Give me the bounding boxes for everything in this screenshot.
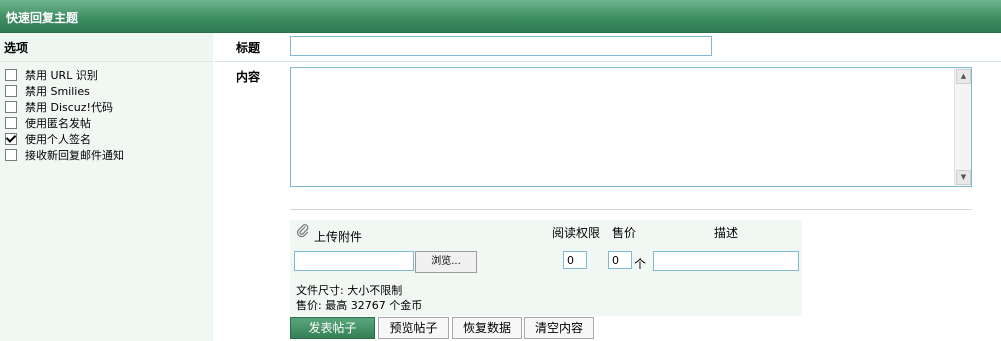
option-label-1: 禁用 Smilies — [25, 85, 90, 98]
quick-reply-header: 快速回复主题 — [0, 0, 1001, 33]
price-input[interactable]: 0 — [608, 251, 632, 269]
title-row: 标题 — [214, 33, 1001, 62]
option-label-3: 使用匿名发帖 — [25, 117, 91, 130]
preview-post-button[interactable]: 预览帖子 — [378, 317, 449, 339]
paperclip-icon — [297, 224, 309, 238]
file-size-info: 文件尺寸: 大小不限制 — [296, 284, 403, 297]
form-column: 标题 内容 ▲ ▼ 上传附件 阅读权限 售价 描述 浏览... 0 0 个 文件… — [214, 33, 1001, 341]
option-anonymous-post[interactable]: 使用匿名发帖 — [5, 116, 91, 130]
option-label-5: 接收新回复邮件通知 — [25, 149, 124, 162]
description-header: 描述 — [714, 226, 739, 240]
options-header: 选项 — [0, 33, 213, 62]
option-checkbox-1[interactable] — [5, 85, 17, 97]
option-use-signature[interactable]: 使用个人签名 — [5, 132, 91, 146]
option-checkbox-3[interactable] — [5, 117, 17, 129]
option-label-2: 禁用 Discuz!代码 — [25, 101, 113, 114]
content-label: 内容 — [236, 70, 261, 84]
read-permission-input[interactable]: 0 — [563, 251, 587, 269]
panel-title: 快速回复主题 — [6, 11, 79, 25]
option-checkbox-2[interactable] — [5, 101, 17, 113]
content-scrollbar[interactable]: ▲ ▼ — [954, 68, 971, 186]
option-checkbox-5[interactable] — [5, 149, 17, 161]
description-input[interactable] — [653, 251, 799, 271]
option-label-4: 使用个人签名 — [25, 133, 91, 146]
option-email-notify[interactable]: 接收新回复邮件通知 — [5, 148, 124, 162]
options-title: 选项 — [4, 41, 29, 55]
scroll-up-arrow-icon[interactable]: ▲ — [956, 69, 971, 84]
option-disable-discuz-code[interactable]: 禁用 Discuz!代码 — [5, 100, 113, 114]
price-limit-info: 售价: 最高 32767 个金币 — [296, 299, 423, 312]
divider — [290, 209, 972, 210]
attachment-label: 上传附件 — [314, 230, 363, 244]
option-checkbox-4[interactable] — [5, 133, 17, 145]
scroll-down-arrow-icon[interactable]: ▼ — [956, 170, 971, 185]
restore-data-button[interactable]: 恢复数据 — [452, 317, 522, 339]
price-unit: 个 — [634, 257, 647, 271]
option-label-0: 禁用 URL 识别 — [25, 69, 98, 82]
option-checkbox-0[interactable] — [5, 69, 17, 81]
browse-button[interactable]: 浏览... — [415, 251, 477, 273]
title-label: 标题 — [236, 41, 261, 55]
price-header: 售价 — [612, 226, 637, 240]
options-column: 选项 禁用 URL 识别 禁用 Smilies 禁用 Discuz!代码 使用匿… — [0, 33, 213, 341]
clear-content-button[interactable]: 清空内容 — [524, 317, 594, 339]
option-disable-url[interactable]: 禁用 URL 识别 — [5, 68, 98, 82]
content-textarea[interactable]: ▲ ▼ — [290, 67, 972, 187]
attachment-panel: 上传附件 阅读权限 售价 描述 浏览... 0 0 个 文件尺寸: 大小不限制 … — [290, 220, 802, 316]
submit-post-button[interactable]: 发表帖子 — [290, 317, 375, 339]
read-permission-header: 阅读权限 — [552, 226, 601, 240]
option-disable-smilies[interactable]: 禁用 Smilies — [5, 84, 90, 98]
title-input[interactable] — [290, 36, 712, 56]
file-path-input[interactable] — [294, 251, 414, 271]
